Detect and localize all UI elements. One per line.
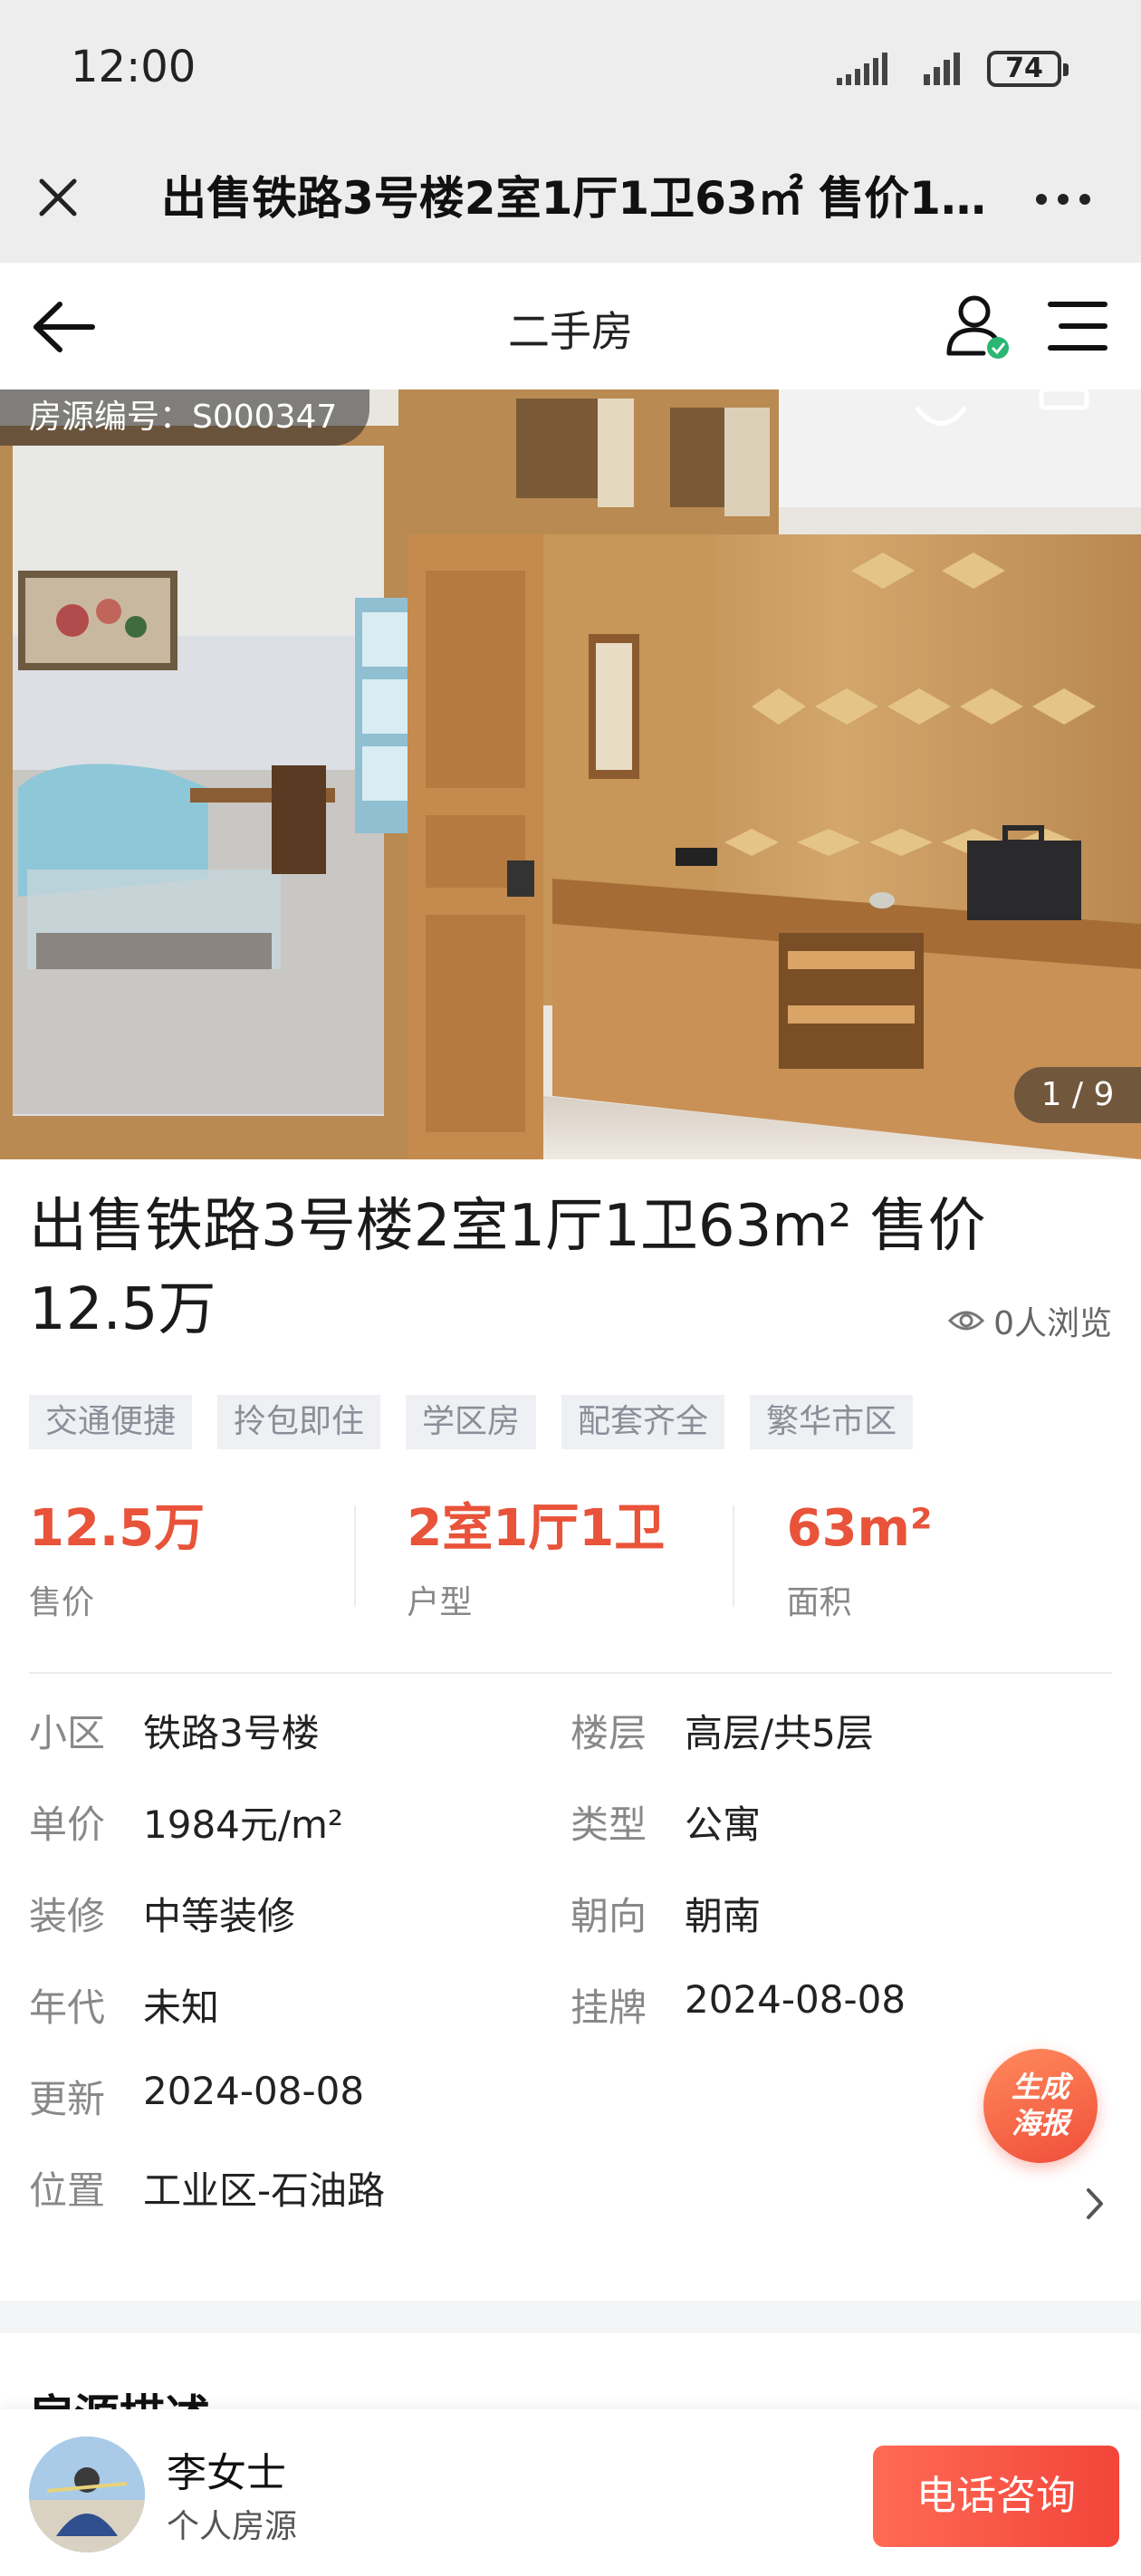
key-stats: 12.5万 售价 2室1厅1卫 户型 63m² 面积: [29, 1495, 1112, 1621]
chevron-right-icon[interactable]: [1081, 2181, 1108, 2226]
detail-type: 类型 公寓: [570, 1794, 761, 1850]
photo-gallery[interactable]: 房源编号：S000347 1 / 9: [0, 389, 1141, 1159]
detail-key: 楼层: [570, 1711, 647, 1755]
detail-community: 小区 铁路3号楼: [29, 1703, 320, 1758]
detail-key: 位置: [29, 2168, 106, 2213]
detail-value: 2024-08-08: [685, 1977, 906, 2022]
detail-key: 小区: [29, 1711, 106, 1755]
photo-counter: 1 / 9: [1014, 1067, 1141, 1123]
detail-value: 高层/共5层: [685, 1711, 874, 1755]
divider: [29, 1672, 1112, 1674]
detail-value: 工业区-石油路: [143, 2168, 386, 2213]
detail-value: 2024-08-08: [143, 2069, 365, 2113]
tag: 繁华市区: [750, 1395, 914, 1449]
stat-layout: 2室1厅1卫 户型: [354, 1495, 732, 1621]
stat-value: 63m²: [786, 1499, 933, 1558]
battery-icon: 74: [987, 51, 1069, 87]
detail-key: 单价: [29, 1802, 106, 1847]
detail-listed: 挂牌 2024-08-08: [570, 1977, 906, 2033]
stat-value: 2室1厅1卫: [407, 1499, 666, 1558]
listing-title: 出售铁路3号楼2室1厅1卫63m² 售价12.5万: [29, 1193, 986, 1343]
contact-type: 个人房源: [167, 2508, 298, 2545]
eye-icon: [948, 1311, 985, 1331]
section-separator: [0, 2301, 1141, 2333]
detail-orientation: 朝向 朝南: [570, 1886, 761, 1941]
poster-label-line1: 生成: [1011, 2070, 1069, 2104]
app-header: 二手房: [0, 263, 1141, 389]
detail-key: 装修: [29, 1894, 106, 1938]
detail-key: 年代: [29, 1985, 106, 2030]
menu-icon[interactable]: [1041, 293, 1114, 359]
stat-label: 面积: [786, 1584, 852, 1621]
call-button[interactable]: 电话咨询: [873, 2446, 1119, 2547]
poster-label-line2: 海报: [1011, 2106, 1069, 2140]
detail-updated: 更新 2024-08-08: [29, 2069, 364, 2124]
detail-value: 公寓: [685, 1802, 762, 1847]
tag: 交通便捷: [29, 1395, 193, 1449]
tag: 学区房: [406, 1395, 537, 1449]
detail-value: 朝南: [685, 1894, 762, 1938]
status-time: 12:00: [71, 42, 197, 92]
stat-label: 售价: [29, 1584, 95, 1621]
signal-icon: [924, 53, 960, 85]
detail-value: 中等装修: [143, 1894, 296, 1938]
room-photo: [0, 389, 1141, 1159]
detail-value: 1984元/m²: [143, 1802, 343, 1847]
detail-value: 未知: [143, 1985, 220, 2030]
detail-key: 类型: [570, 1802, 647, 1847]
view-count: 0人浏览: [948, 1297, 1112, 1344]
generate-poster-button[interactable]: 生成 海报: [983, 2049, 1098, 2163]
detail-location[interactable]: 位置 工业区-石油路: [29, 2160, 385, 2216]
stat-label: 户型: [407, 1584, 473, 1621]
view-count-text: 0人浏览: [993, 1305, 1112, 1342]
contact-name: 李女士: [167, 2450, 286, 2496]
detail-value: 铁路3号楼: [143, 1711, 320, 1755]
listing-code-badge: 房源编号：S000347: [0, 389, 370, 446]
detail-key: 更新: [29, 2077, 106, 2121]
webview-title: 出售铁路3号楼2室1厅1卫63㎡ 售价12.5万: [161, 172, 994, 225]
detail-unit-price: 单价 1984元/m²: [29, 1794, 343, 1850]
detail-year: 年代 未知: [29, 1977, 219, 2033]
stat-area: 63m² 面积: [732, 1495, 1112, 1621]
detail-key: 朝向: [570, 1894, 647, 1938]
battery-level: 74: [1005, 53, 1043, 84]
close-icon[interactable]: [31, 170, 85, 225]
avatar-image: [29, 2437, 145, 2552]
tag: 配套齐全: [561, 1395, 725, 1449]
tag-list: 交通便捷 拎包即住 学区房 配套齐全 繁华市区: [29, 1395, 914, 1449]
signal-icon: [837, 53, 887, 85]
stat-value: 12.5万: [29, 1499, 206, 1558]
avatar[interactable]: [29, 2437, 145, 2552]
stat-price: 12.5万 售价: [29, 1495, 354, 1621]
detail-floor: 楼层 高层/共5层: [570, 1703, 874, 1758]
tag: 拎包即住: [217, 1395, 381, 1449]
more-icon[interactable]: [1027, 172, 1099, 226]
detail-decoration: 装修 中等装修: [29, 1886, 295, 1941]
webview-titlebar: 出售铁路3号楼2室1厅1卫63㎡ 售价12.5万: [0, 136, 1141, 263]
user-verified-icon[interactable]: [942, 290, 1014, 362]
contact-bar: 李女士 个人房源 电话咨询: [0, 2409, 1141, 2576]
status-bar: 12:00 74: [0, 0, 1141, 136]
detail-key: 挂牌: [570, 1985, 647, 2030]
